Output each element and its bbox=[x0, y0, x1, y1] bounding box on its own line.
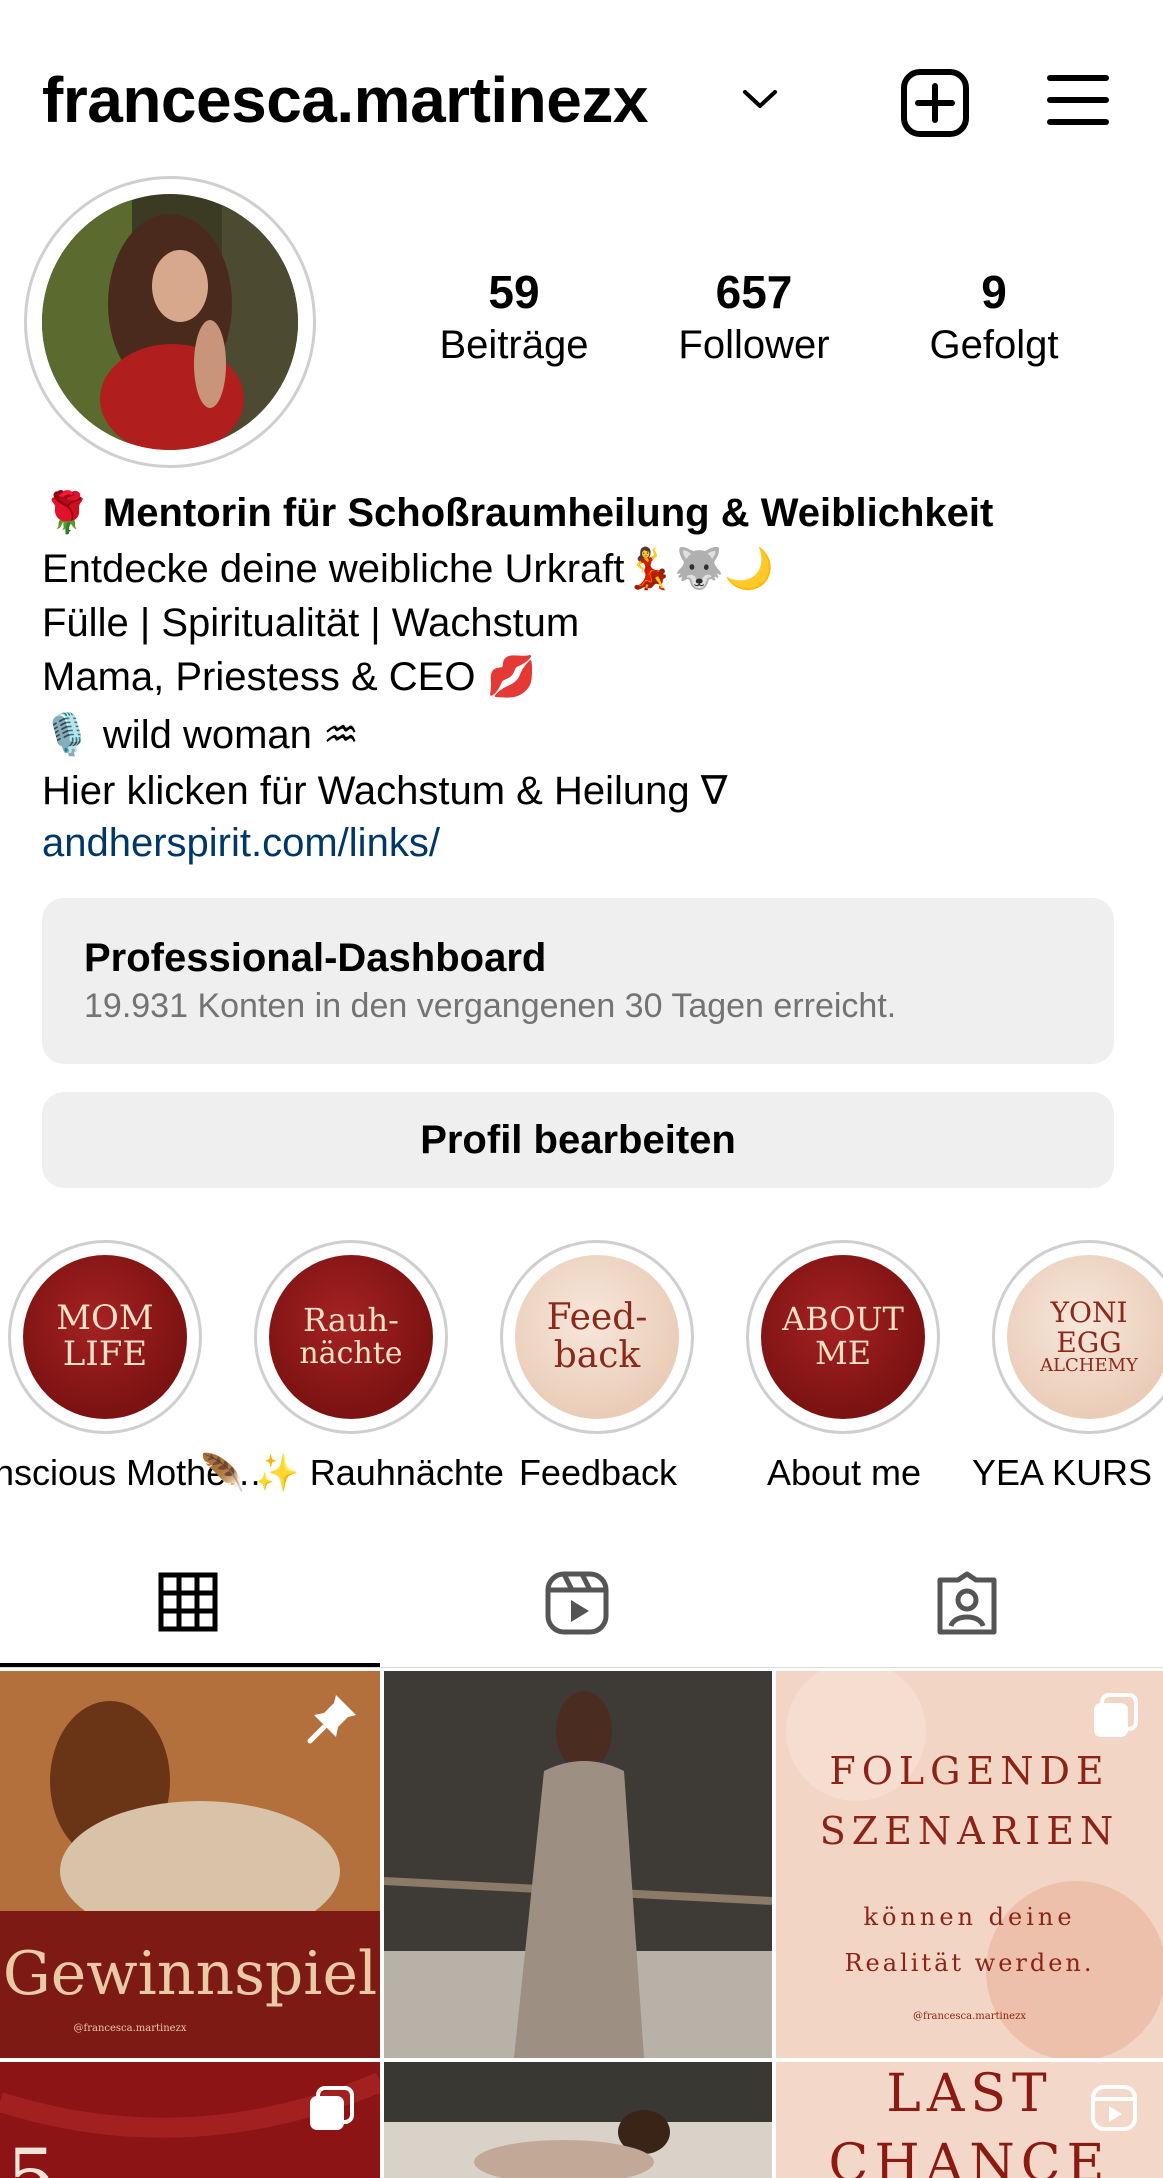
account-username[interactable]: francesca.martinezx bbox=[42, 62, 648, 138]
highlight-caption: About me bbox=[766, 1452, 922, 1493]
highlight-cover-text: Rauh- bbox=[303, 1301, 399, 1340]
followers-label: Follower bbox=[678, 323, 830, 367]
post-caption-text: können deine bbox=[863, 1903, 1076, 1931]
bio-line: Mama, Priestess & CEO 💋 bbox=[42, 655, 537, 699]
active-tab-indicator bbox=[0, 1663, 380, 1667]
tabs-divider bbox=[0, 1667, 1163, 1668]
tagged-icon[interactable] bbox=[934, 1570, 1000, 1636]
followers-count: 657 bbox=[715, 266, 793, 318]
post-handle: @francesca.martinezx bbox=[73, 2023, 187, 2034]
bio-line: Hier klicken für Wachstum & Heilung ∇ bbox=[42, 769, 728, 813]
highlight-cover-text: ABOUT bbox=[782, 1300, 904, 1339]
highlight-cover-text: MOM bbox=[56, 1298, 154, 1339]
post-tile[interactable] bbox=[384, 1671, 772, 2058]
carousel-icon bbox=[310, 2086, 354, 2130]
highlight-cover-text: back bbox=[553, 1335, 641, 1376]
pin-icon bbox=[307, 1695, 356, 1744]
post-tile[interactable]: 5 bbox=[0, 2062, 380, 2178]
edit-profile-button[interactable]: Profil bearbeiten bbox=[42, 1092, 1114, 1188]
post-caption-text: 5 bbox=[6, 2132, 57, 2178]
highlight-caption: YEA KURS bbox=[972, 1452, 1153, 1493]
bio-line: Fülle | Spiritualität | Wachstum bbox=[42, 601, 580, 645]
highlight-item[interactable]: ABOUT ME About me bbox=[746, 1240, 942, 1493]
posts-label: Beiträge bbox=[439, 323, 589, 367]
highlight-cover: YONI EGG ALCHEMY bbox=[1007, 1255, 1163, 1419]
reel-icon bbox=[1091, 2085, 1137, 2131]
profile-avatar[interactable] bbox=[42, 194, 298, 450]
bio-name: 🌹 Mentorin für Schoßraumheilung & Weibli… bbox=[42, 491, 994, 535]
carousel-icon bbox=[1094, 1693, 1138, 1737]
post-tile[interactable]: Gewinnspiel @francesca.martinezx bbox=[0, 1671, 380, 2058]
following-label: Gefolgt bbox=[929, 323, 1059, 367]
highlight-cover-text: nächte bbox=[299, 1336, 403, 1372]
bio-line: 🎙️ wild woman ♒︎ bbox=[42, 713, 359, 757]
highlight-cover-text: ME bbox=[814, 1334, 872, 1372]
post-tile[interactable]: LAST CHANCE bbox=[776, 2062, 1163, 2178]
post-image bbox=[384, 2062, 772, 2178]
post-caption-text: Gewinnspiel bbox=[2, 1939, 378, 2009]
highlight-item[interactable]: YONI EGG ALCHEMY YEA KURS bbox=[972, 1240, 1163, 1493]
bio-line: Entdecke deine weibliche Urkraft💃🐺🌙 bbox=[42, 547, 774, 591]
menu-icon[interactable] bbox=[1046, 72, 1110, 128]
highlight-item[interactable]: Feed- back Feedback bbox=[500, 1240, 696, 1493]
highlight-cover: Feed- back bbox=[515, 1255, 679, 1419]
highlight-ring: Feed- back bbox=[500, 1240, 694, 1434]
highlight-cover: MOM LIFE bbox=[23, 1255, 187, 1419]
chevron-down-icon[interactable] bbox=[742, 88, 778, 110]
post-caption-text: FOLGENDE bbox=[829, 1749, 1110, 1793]
highlight-item[interactable]: MOM LIFE Conscious Motherhood bbox=[0, 1240, 264, 1493]
highlight-cover: Rauh- nächte bbox=[269, 1255, 433, 1419]
following-count: 9 bbox=[981, 266, 1007, 318]
post-image bbox=[384, 1671, 772, 2058]
new-post-icon[interactable] bbox=[900, 68, 970, 138]
post-caption-text: Realität werden. bbox=[844, 1949, 1095, 1977]
post-handle: @francesca.martinezx bbox=[913, 2011, 1026, 2022]
highlight-cover-text: ALCHEMY bbox=[1040, 1354, 1138, 1376]
dashboard-subtitle: 19.931 Konten in den vergangenen 30 Tage… bbox=[84, 987, 897, 1025]
highlight-item[interactable]: Rauh- nächte 🪶 ✨ Rauhnächte bbox=[200, 1240, 504, 1493]
highlight-cover-text: YONI bbox=[1050, 1296, 1128, 1330]
highlight-cover: ABOUT ME bbox=[761, 1255, 925, 1419]
dashboard-title: Professional-Dashboard bbox=[84, 936, 547, 980]
reels-icon[interactable] bbox=[544, 1570, 610, 1636]
highlight-cover-text: Feed- bbox=[546, 1297, 648, 1339]
post-caption-text: CHANCE bbox=[828, 2134, 1111, 2178]
highlight-ring: YONI EGG ALCHEMY bbox=[992, 1240, 1163, 1434]
highlight-ring: Rauh- nächte bbox=[254, 1240, 448, 1434]
post-tile[interactable]: FOLGENDE SZENARIEN können deine Realität… bbox=[776, 1671, 1163, 2058]
stat-followers[interactable]: 657 Follower bbox=[644, 264, 864, 370]
stat-posts[interactable]: 59 Beiträge bbox=[404, 264, 624, 370]
bio-link[interactable]: andherspirit.com/links/ bbox=[42, 818, 440, 868]
highlight-cover-text: LIFE bbox=[62, 1334, 148, 1374]
highlight-cover-text: EGG bbox=[1056, 1325, 1122, 1359]
stat-following[interactable]: 9 Gefolgt bbox=[884, 264, 1104, 370]
highlight-ring: ABOUT ME bbox=[746, 1240, 940, 1434]
post-caption-text: SZENARIEN bbox=[819, 1809, 1120, 1853]
post-tile[interactable] bbox=[384, 2062, 772, 2178]
posts-count: 59 bbox=[488, 266, 540, 318]
grid-icon[interactable] bbox=[158, 1572, 218, 1632]
highlight-ring: MOM LIFE bbox=[8, 1240, 202, 1434]
